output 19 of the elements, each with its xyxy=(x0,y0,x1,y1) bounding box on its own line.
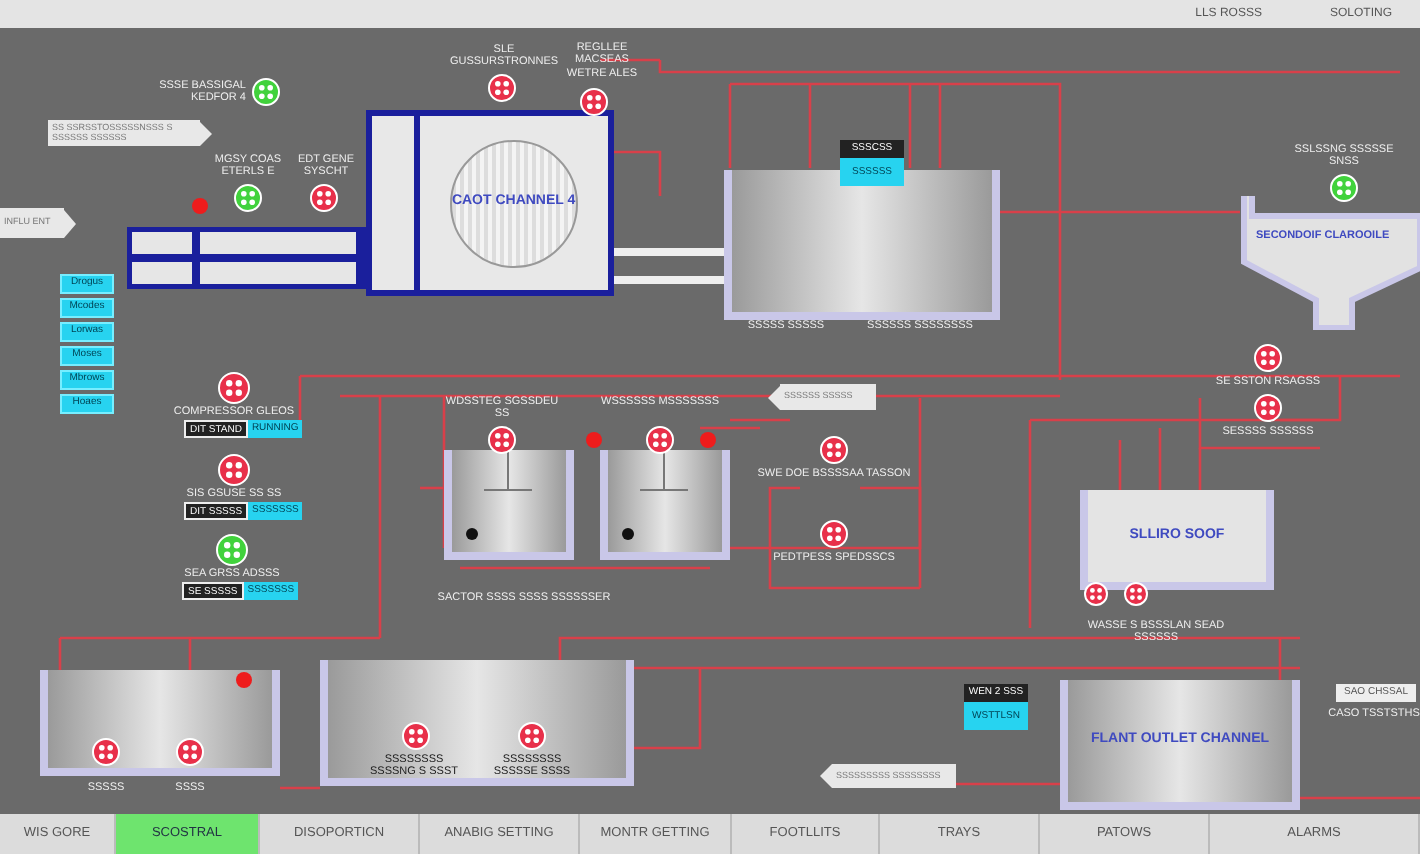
pump-icon[interactable] xyxy=(218,372,250,404)
mixer-tank xyxy=(444,450,574,560)
pump-icon[interactable] xyxy=(488,74,516,102)
pump-icon[interactable] xyxy=(1330,174,1358,202)
pump-icon[interactable] xyxy=(234,184,262,212)
pump-icon[interactable] xyxy=(580,88,608,116)
pump-icon[interactable] xyxy=(252,78,280,106)
pump-icon[interactable] xyxy=(218,454,250,486)
pump-icon[interactable] xyxy=(646,426,674,454)
mixer-tank xyxy=(600,450,730,560)
pump-icon[interactable] xyxy=(1084,582,1108,606)
pump-icon[interactable] xyxy=(310,184,338,212)
pump-icon[interactable] xyxy=(216,534,248,566)
pump-icon[interactable] xyxy=(820,436,848,464)
pump-icon[interactable] xyxy=(488,426,516,454)
pump-icon[interactable] xyxy=(1124,582,1148,606)
pump-icon[interactable] xyxy=(820,520,848,548)
pump-icon[interactable] xyxy=(1254,344,1282,372)
pump-icon[interactable] xyxy=(1254,394,1282,422)
